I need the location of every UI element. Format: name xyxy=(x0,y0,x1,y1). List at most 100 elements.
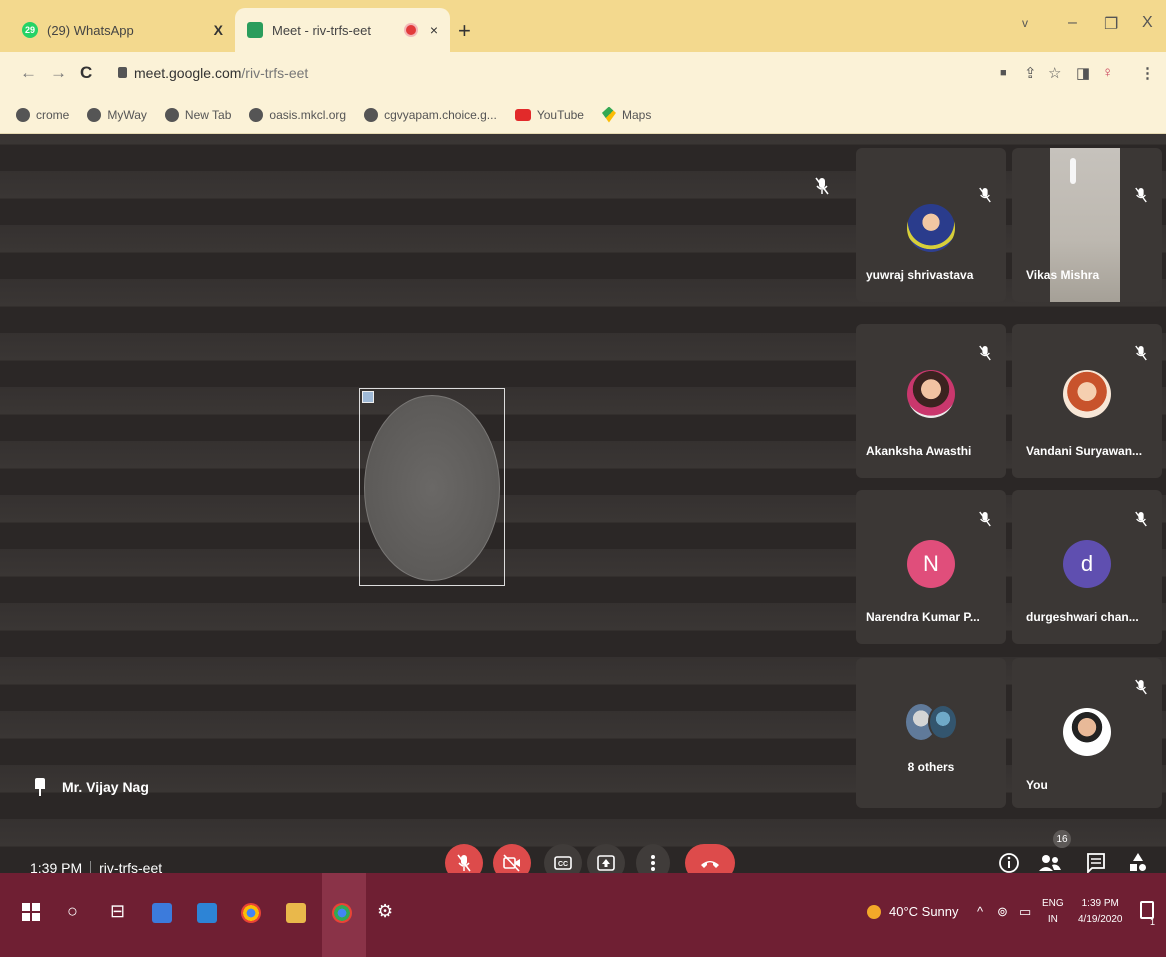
avatar-letter: N xyxy=(907,540,955,588)
participant-name: Narendra Kumar P... xyxy=(866,610,980,624)
chrome-active-icon[interactable] xyxy=(332,903,352,923)
search-icon[interactable]: ○ xyxy=(67,901,78,922)
reload-icon[interactable]: C xyxy=(80,63,92,83)
participant-name: durgeshwari chan... xyxy=(1026,610,1139,624)
taskbar-time: 1:39 PM xyxy=(1081,898,1119,909)
participant-tile[interactable]: N Narendra Kumar P... xyxy=(856,490,1006,644)
others-tile[interactable]: 8 others xyxy=(856,658,1006,808)
tray-chevron-icon[interactable]: ^ xyxy=(977,904,983,919)
restore-button[interactable]: ❐ xyxy=(1104,14,1118,34)
camera-off-icon xyxy=(503,854,520,872)
self-tile[interactable]: You xyxy=(1012,658,1162,808)
globe-icon xyxy=(164,107,179,122)
globe-icon xyxy=(16,107,30,122)
bookmark-crome[interactable]: crome xyxy=(16,107,69,122)
bookmark-youtube[interactable]: YouTube xyxy=(514,108,584,122)
notification-count: 1 xyxy=(1150,917,1156,927)
sun-icon xyxy=(867,904,881,919)
tab-whatsapp[interactable]: 29 (29) WhatsApp X xyxy=(10,8,235,52)
youtube-icon xyxy=(514,108,531,121)
windows-taskbar: ○ ⊟ ⚙ 40°C Sunny ^ ⊚ ▭ ENG IN 1:39 PM 4/… xyxy=(0,873,1166,957)
avatar xyxy=(1063,370,1111,418)
participant-tile[interactable]: yuwraj shrivastava xyxy=(856,148,1006,302)
tab-title: (29) WhatsApp xyxy=(47,22,134,38)
captions-icon: CC xyxy=(554,856,572,870)
url-path: /riv-trfs-eet xyxy=(241,65,309,81)
muted-mic-icon xyxy=(1135,345,1147,361)
store-icon[interactable] xyxy=(152,903,172,923)
lock-icon[interactable] xyxy=(118,67,127,78)
bookmark-myway[interactable]: MyWay xyxy=(87,107,147,122)
present-icon xyxy=(597,855,615,871)
participant-tile[interactable]: d durgeshwari chan... xyxy=(1012,490,1162,644)
maps-icon xyxy=(601,106,616,123)
close-window-button[interactable]: X xyxy=(1142,14,1153,32)
participant-name: Vikas Mishra xyxy=(1026,268,1100,282)
more-vert-icon xyxy=(651,855,655,871)
camera-in-use-icon[interactable]: ■ xyxy=(1000,67,1007,79)
muted-mic-icon xyxy=(1135,511,1147,527)
taskbar-date: 4/19/2020 xyxy=(1078,914,1123,925)
participant-name: Vandani Suryawan... xyxy=(1026,444,1143,458)
svg-text:CC: CC xyxy=(558,861,568,868)
recording-indicator-icon xyxy=(406,25,416,35)
tab-meet[interactable]: Meet - riv-trfs-eet × xyxy=(235,8,450,52)
network-icon[interactable]: ⊚ xyxy=(997,904,1008,920)
chrome-icon[interactable] xyxy=(241,903,261,923)
battery-icon[interactable]: ▭ xyxy=(1019,904,1031,920)
forward-icon[interactable]: → xyxy=(50,63,67,83)
side-panel-icon[interactable]: ◨ xyxy=(1076,64,1090,82)
participant-name: Akanksha Awasthi xyxy=(866,444,972,458)
participant-tile[interactable]: Vikas Mishra xyxy=(1012,148,1162,302)
mail-icon[interactable] xyxy=(197,903,217,923)
bookmark-new-tab[interactable]: New Tab xyxy=(164,107,231,122)
file-explorer-icon[interactable] xyxy=(286,903,306,923)
tab-search-icon[interactable]: v xyxy=(1022,16,1028,30)
browser-tab-strip: 29 (29) WhatsApp X Meet - riv-trfs-eet ×… xyxy=(0,0,1166,52)
menu-icon[interactable]: ⋮ xyxy=(1140,64,1155,82)
others-count: 8 others xyxy=(907,760,955,774)
windows-start-icon[interactable] xyxy=(22,903,40,921)
bookmark-maps[interactable]: Maps xyxy=(601,106,651,123)
task-view-icon[interactable]: ⊟ xyxy=(110,901,125,922)
new-tab-button[interactable]: + xyxy=(458,18,471,44)
muted-mic-icon xyxy=(979,511,991,527)
bookmark-cgvyapam[interactable]: cgvyapam.choice.g... xyxy=(364,107,497,122)
avatar xyxy=(907,370,955,418)
activities-icon[interactable] xyxy=(1128,852,1148,874)
muted-mic-icon xyxy=(1135,679,1147,695)
weather-text: 40°C Sunny xyxy=(889,904,959,919)
address-bar[interactable]: meet.google.com/riv-trfs-eet xyxy=(134,65,308,81)
bookmark-star-icon[interactable]: ☆ xyxy=(1048,64,1061,82)
avatar xyxy=(907,204,955,252)
presenter-video xyxy=(359,388,505,586)
hangup-icon xyxy=(701,861,719,868)
people-icon[interactable] xyxy=(1038,852,1062,874)
meet-icon xyxy=(247,22,263,38)
clock[interactable]: 1:39 PM 4/19/2020 xyxy=(1078,896,1123,928)
minimize-button[interactable]: – xyxy=(1068,14,1077,32)
close-tab-icon[interactable]: × xyxy=(430,22,438,38)
bookmark-oasis[interactable]: oasis.mkcl.org xyxy=(249,107,346,122)
muted-mic-icon xyxy=(979,345,991,361)
weather-widget[interactable]: 40°C Sunny xyxy=(867,904,959,919)
avatar-letter: d xyxy=(1063,540,1111,588)
chat-icon[interactable] xyxy=(1086,852,1106,874)
profile-icon[interactable]: ♀ xyxy=(1102,64,1113,81)
participant-tile[interactable]: Akanksha Awasthi xyxy=(856,324,1006,478)
participant-name: You xyxy=(1026,778,1048,792)
share-icon[interactable]: ⇪ xyxy=(1024,64,1037,82)
meeting-details-icon[interactable] xyxy=(998,852,1020,874)
back-icon[interactable]: ← xyxy=(20,63,37,83)
presenter-avatar-placeholder xyxy=(364,395,500,581)
participant-tile[interactable]: Vandani Suryawan... xyxy=(1012,324,1162,478)
close-tab-icon[interactable]: X xyxy=(214,22,223,38)
language-indicator[interactable]: ENG IN xyxy=(1042,896,1064,928)
avatar xyxy=(1063,708,1111,756)
globe-icon xyxy=(87,107,102,122)
tab-title: Meet - riv-trfs-eet xyxy=(272,22,371,38)
pin-icon[interactable] xyxy=(34,778,46,796)
broken-image-icon xyxy=(362,391,374,403)
settings-gear-icon[interactable]: ⚙ xyxy=(377,901,393,922)
url-host: meet.google.com xyxy=(134,65,242,81)
